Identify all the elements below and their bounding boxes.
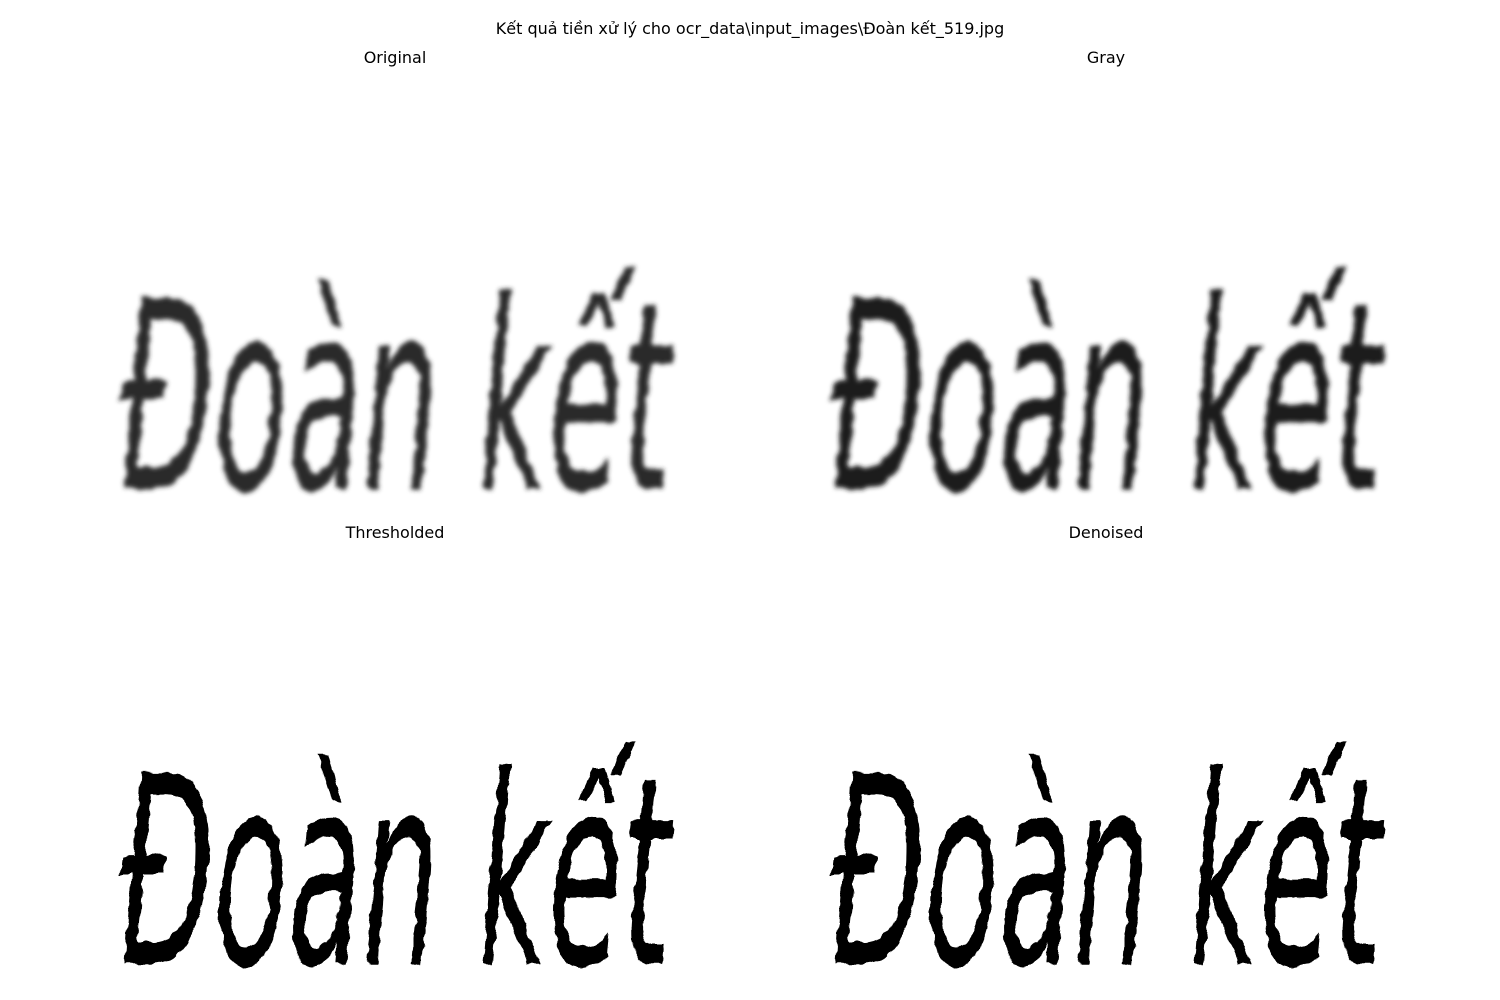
panel-original: Original Đoàn kết (40, 48, 750, 551)
image-text-gray: Đoàn kết (831, 246, 1387, 551)
panel-title-original: Original (363, 48, 427, 67)
image-thresholded: Đoàn kết (120, 721, 676, 1000)
panel-title-gray: Gray (1086, 48, 1126, 67)
figure-title: Kết quả tiền xử lý cho ocr_data\input_im… (495, 19, 1005, 38)
image-text-denoised: Đoàn kết (831, 721, 1387, 1000)
image-text-original: Đoàn kết (120, 246, 676, 551)
panel-thresholded: Thresholded Đoàn kết (40, 523, 750, 1000)
figure: Kết quả tiền xử lý cho ocr_data\input_im… (0, 0, 1500, 1000)
panel-gray: Gray Đoàn kết (751, 48, 1461, 551)
panel-title-thresholded: Thresholded (345, 523, 445, 542)
panel-denoised: Denoised Đoàn kết (751, 523, 1461, 1000)
image-denoised: Đoàn kết (831, 721, 1387, 1000)
panel-title-denoised: Denoised (1068, 523, 1144, 542)
image-original: Đoàn kết (120, 246, 676, 551)
image-gray: Đoàn kết (831, 246, 1387, 551)
image-text-thresholded: Đoàn kết (120, 721, 676, 1000)
